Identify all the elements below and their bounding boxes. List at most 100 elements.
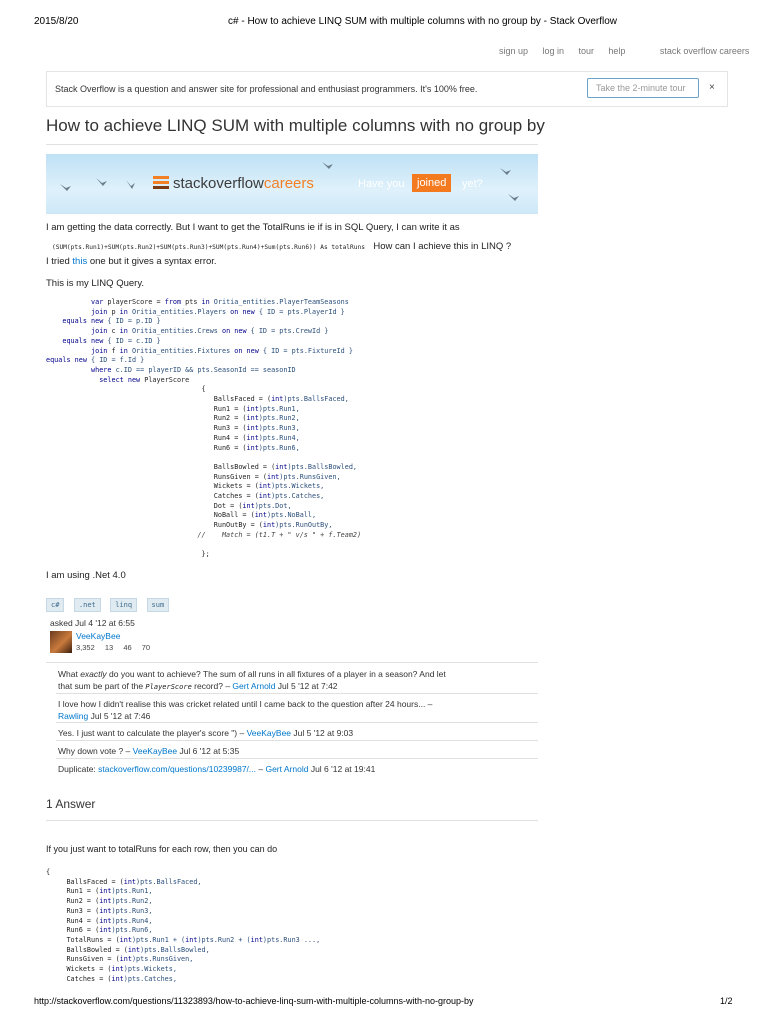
question-code-line: var playerScore = from pts in Oritia_ent… (91, 298, 349, 306)
question-code-line: Catches = (int)pts.Catches, (46, 492, 325, 501)
question-code-line: Run1 = (int)pts.Run1, (46, 404, 300, 413)
help-link[interactable]: help (608, 46, 625, 56)
print-page-number: 1/2 (720, 996, 733, 1006)
c1-code: PlayerScore (145, 683, 192, 691)
bronze-badge-count: 70 (141, 643, 151, 652)
question-code-line: equals new { ID = f.Id } (46, 356, 145, 365)
question-code-line: // Match = (t1.T + " v/s " + f.Team2) (46, 530, 362, 539)
answer-code-line: Wickets = (int)pts.Wickets, (46, 965, 177, 974)
comment-4-time: Jul 6 '12 at 5:35 (177, 746, 240, 756)
logo-careers: careers (263, 175, 314, 192)
asked-timestamp: asked Jul 4 '12 at 6:55 (50, 618, 135, 628)
question-code-line: join p in Oritia_entities.Players on new… (91, 307, 345, 316)
tour-link[interactable]: tour (578, 46, 594, 56)
comment-5-user[interactable]: Gert Arnold (265, 764, 308, 774)
p2-post: one but it gives a syntax error. (87, 256, 217, 267)
comment-2-time: Jul 5 '12 at 7:46 (88, 711, 151, 721)
c1-pre2: that sum be part of the (58, 681, 146, 691)
question-paragraph-1-tail: How can I achieve this in LINQ ? (373, 241, 512, 252)
comment-2-user[interactable]: Rawling (58, 711, 88, 721)
ad-joined-badge: joined (412, 174, 452, 192)
comment-1-user[interactable]: Gert Arnold (232, 681, 275, 691)
comments-top-divider (46, 662, 538, 663)
question-title[interactable]: How to achieve LINQ SUM with multiple co… (46, 116, 545, 136)
login-link[interactable]: log in (542, 46, 564, 56)
c1-dash: record? – (191, 681, 233, 691)
question-code-line: Run4 = (int)pts.Run4, (46, 433, 300, 442)
gold-badge-count: 13 (104, 643, 114, 652)
question-code-line: join c in Oritia_entities.Crews on new {… (91, 327, 329, 336)
question-code-line: join f in Oritia_entities.Fixtures on ne… (91, 346, 353, 355)
c1-pre: What (58, 669, 81, 679)
banner-text: Stack Overflow is a question and answer … (55, 84, 478, 94)
comment-2: I love how I didn't realise this was cri… (58, 699, 432, 721)
question-code-line: Wickets = (int)pts.Wickets, (46, 482, 325, 491)
careers-link[interactable]: stack overflow careers (660, 46, 750, 56)
question-code-line: RunOutBy = (int)pts.RunOutBy, (46, 521, 333, 530)
user-name[interactable]: VeeKayBee (76, 631, 120, 641)
duplicate-link[interactable]: stackoverflow.com/questions/10239987/... (98, 764, 256, 774)
question-code-line: RunsGiven = (int)pts.RunsGiven, (46, 472, 341, 481)
careers-ad[interactable]: stackoverflowcareers Have you joined yet… (46, 154, 538, 214)
answer-code-line: RunsGiven = (int)pts.RunsGiven, (46, 955, 194, 964)
comment-2-line-2: Rawling Jul 5 '12 at 7:46 (58, 711, 432, 721)
careers-logo-text: stackoverflowcareers (173, 175, 314, 192)
comment-1-line-2: that sum be part of the PlayerScore reco… (58, 681, 446, 693)
tour-button[interactable]: Take the 2-minute tour (587, 78, 699, 98)
comment-5-text: Duplicate: (58, 764, 99, 774)
answer-code-line: Run2 = (int)pts.Run2, (46, 897, 153, 906)
answer-code-line: Run6 = (int)pts.Run6, (46, 926, 153, 935)
reputation-score: 3,352 (76, 643, 95, 652)
ad-yet: yet? (462, 178, 483, 190)
question-code-line: Run6 = (int)pts.Run6, (46, 443, 300, 452)
comment-4-text: Why down vote ? – (58, 746, 133, 756)
question-paragraph-4: I am using .Net 4.0 (46, 570, 126, 581)
close-icon[interactable]: × (709, 82, 715, 93)
question-paragraph-2: I tried this one but it gives a syntax e… (46, 256, 217, 267)
answer-code-line: Run4 = (int)pts.Run4, (46, 916, 153, 925)
question-code-line: { (46, 385, 206, 394)
comment-divider-4 (56, 758, 538, 759)
tag-sum[interactable]: sum (146, 598, 170, 612)
comment-3-time: Jul 5 '12 at 9:03 (291, 728, 354, 738)
answer-code-block: { BallsFaced = (int)pts.BallsFaced, Run1… (46, 868, 320, 984)
c1-em: exactly (80, 669, 107, 679)
comment-4: Why down vote ? – VeeKayBee Jul 6 '12 at… (58, 746, 239, 756)
avatar[interactable] (50, 631, 72, 653)
question-code-line: Dot = (int)pts.Dot, (46, 501, 292, 510)
comment-4-user[interactable]: VeeKayBee (133, 746, 177, 756)
answer-code-line: { (46, 868, 51, 876)
ad-have-you: Have you (358, 178, 405, 190)
answers-divider (46, 820, 538, 821)
comment-divider-1 (56, 693, 538, 694)
question-code-block: var playerScore = from pts in Oritia_ent… (46, 298, 361, 560)
question-paragraph-1: I am getting the data correctly. But I w… (46, 222, 460, 233)
comment-5: Duplicate: stackoverflow.com/questions/1… (58, 764, 375, 774)
answer-code-line: BallsFaced = (int)pts.BallsFaced, (46, 877, 202, 886)
welcome-banner: Stack Overflow is a question and answer … (46, 71, 728, 107)
question-code-line: Run3 = (int)pts.Run3, (46, 424, 300, 433)
c1-post: do you want to achieve? The sum of all r… (106, 669, 446, 679)
user-name-link[interactable]: VeeKayBee (76, 631, 120, 641)
tag-csharp[interactable]: c# (46, 598, 65, 612)
comment-1-line-1: What exactly do you want to achieve? The… (58, 669, 446, 679)
tag-linq[interactable]: linq (110, 598, 138, 612)
question-code-line (46, 453, 361, 463)
user-reputation: 3,352 13 46 70 (76, 643, 150, 652)
comment-3-user[interactable]: VeeKayBee (247, 728, 291, 738)
question-code-line: select new PlayerScore (99, 375, 190, 384)
comment-3-text: Yes. I just want to calculate the player… (58, 728, 247, 738)
logo-stackoverflow: stackoverflow (173, 175, 264, 192)
top-nav: sign up log in tour help stack overflow … (499, 41, 749, 59)
signup-link[interactable]: sign up (499, 46, 528, 56)
title-divider (46, 144, 538, 145)
this-link[interactable]: this (72, 256, 87, 267)
print-footer-url: http://stackoverflow.com/questions/11323… (34, 996, 474, 1006)
tag-dotnet[interactable]: .net (73, 598, 101, 612)
comment-5-time: Jul 6 '12 at 19:41 (308, 764, 376, 774)
answer-intro: If you just want to totalRuns for each r… (46, 844, 278, 854)
question-code-line: Run2 = (int)pts.Run2, (46, 414, 300, 423)
comment-divider-3 (56, 740, 538, 741)
comment-2-line-1: I love how I didn't realise this was cri… (58, 699, 433, 709)
silver-badge-count: 46 (123, 643, 132, 652)
